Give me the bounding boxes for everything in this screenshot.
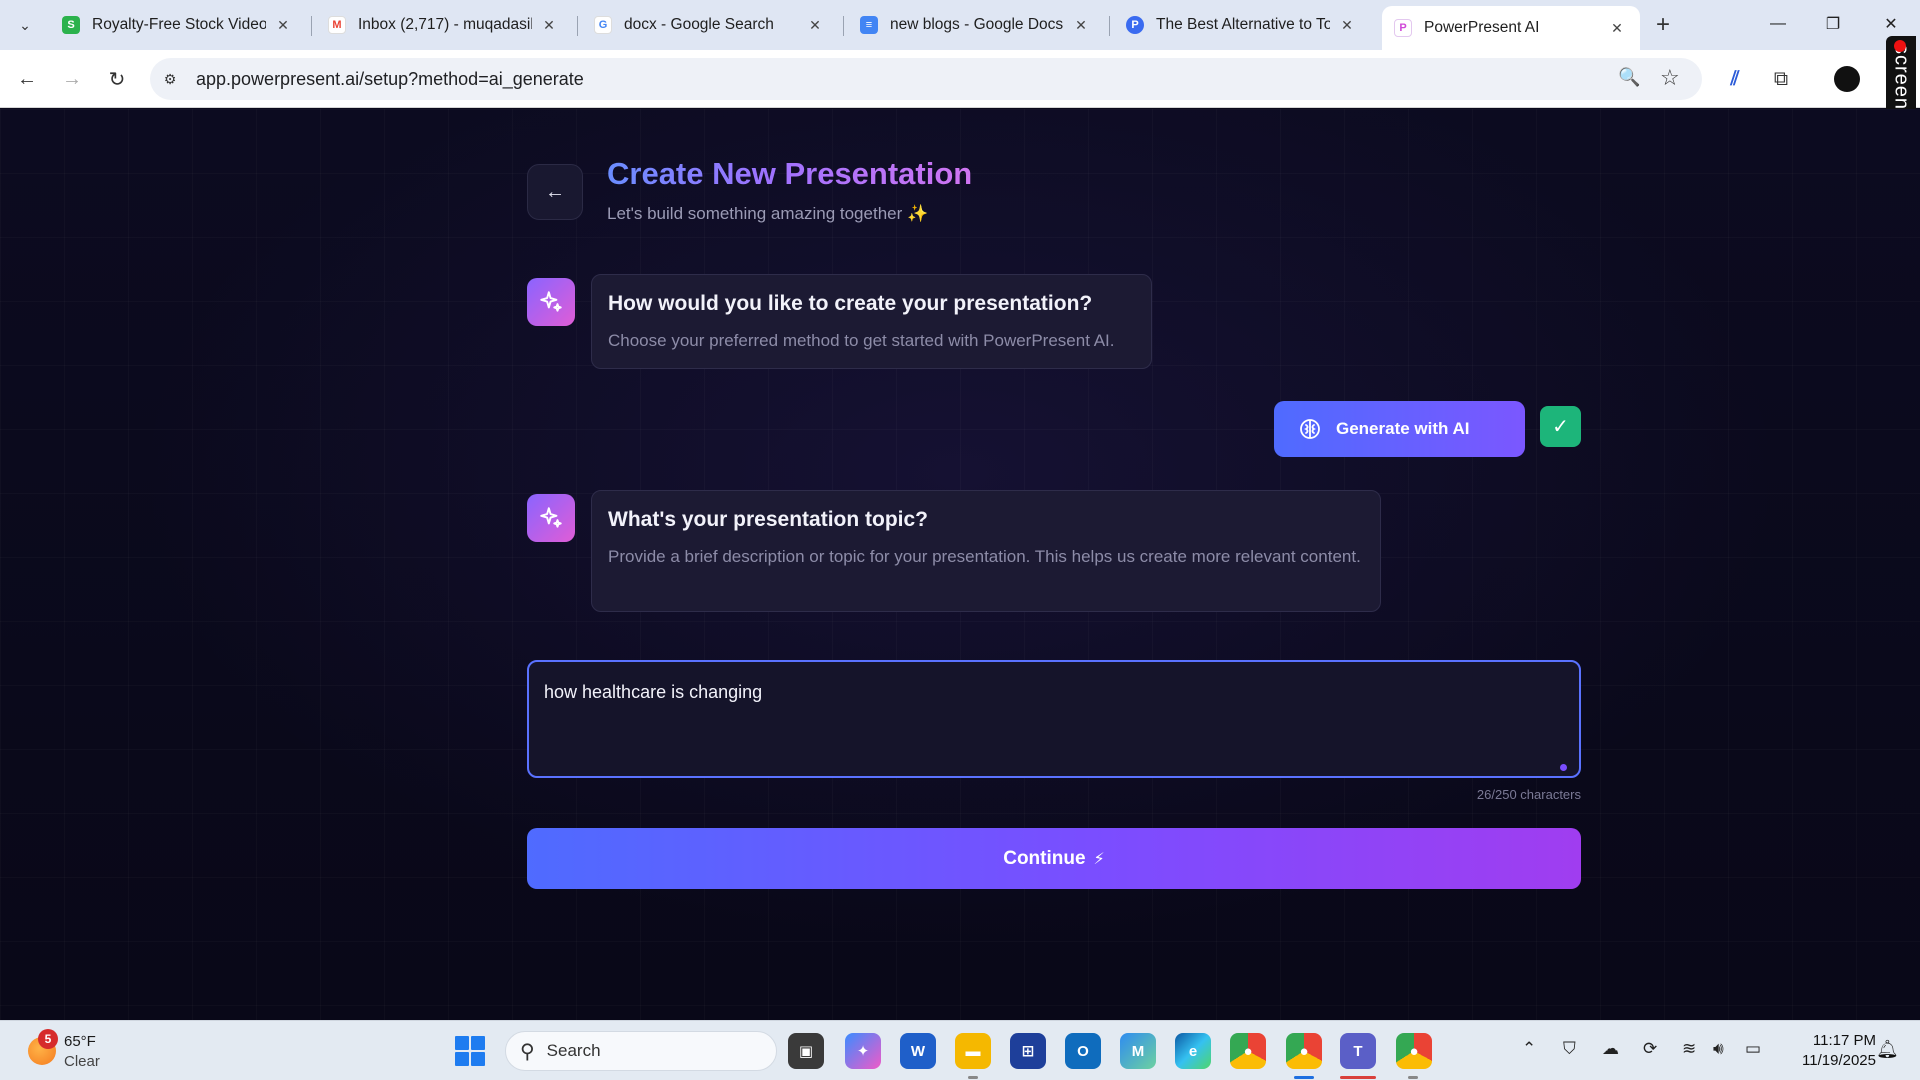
browser-toolbar: ← → ↻ ⚙ app.powerpresent.ai/setup?method…: [0, 50, 1920, 108]
word-icon[interactable]: W: [900, 1033, 936, 1069]
topic-textarea[interactable]: how healthcare is changing: [527, 660, 1581, 778]
resize-handle[interactable]: [1560, 764, 1567, 771]
tab-powerpresent-active[interactable]: P PowerPresent AI ✕: [1382, 6, 1640, 50]
windows-start-icon[interactable]: [455, 1036, 485, 1066]
battery-icon[interactable]: ▭: [1745, 1039, 1761, 1059]
close-tab-icon[interactable]: ✕: [272, 14, 294, 36]
assistant-avatar: [527, 494, 575, 542]
notification-bell-icon[interactable]: 🔔︎: [1876, 1039, 1899, 1060]
chrome-profile-icon[interactable]: ●: [1286, 1033, 1322, 1069]
character-count: 26/250 characters: [1476, 787, 1581, 802]
volume-icon[interactable]: 🔊︎: [1713, 1039, 1724, 1059]
taskbar-search-label: Search: [546, 1041, 601, 1060]
lightning-icon: ⚡: [1093, 850, 1105, 868]
powerpresent-favicon-icon: P: [1394, 19, 1412, 37]
cloud-offline-icon[interactable]: ☁: [1602, 1039, 1619, 1059]
chrome-icon[interactable]: ●: [1230, 1033, 1266, 1069]
tab-title: docx - Google Search: [624, 16, 774, 33]
tab-best-alternative[interactable]: P The Best Alternative to Tor ✕: [1114, 8, 1370, 42]
sparkles-icon: [540, 291, 562, 312]
microsoft-store-icon[interactable]: ⊞: [1010, 1033, 1046, 1069]
stock-video-favicon-icon: S: [62, 16, 80, 34]
app-page: ← Create New Presentation Let's build so…: [0, 109, 1920, 1020]
tab-gmail-inbox[interactable]: M Inbox (2,717) - muqadasib ✕: [316, 8, 572, 42]
continue-label: Continue: [1003, 847, 1086, 869]
close-tab-icon[interactable]: ✕: [538, 14, 560, 36]
question-bubble-topic: What's your presentation topic? Provide …: [591, 490, 1381, 612]
restore-window-button[interactable]: ❐: [1810, 6, 1856, 42]
assistant-avatar: [527, 278, 575, 326]
tab-google-search[interactable]: G docx - Google Search ✕: [582, 8, 838, 42]
weather-temp: 65°F: [64, 1033, 96, 1050]
close-tab-icon[interactable]: ✕: [1606, 17, 1628, 39]
google-favicon-icon: G: [594, 16, 612, 34]
record-dot-icon: [1894, 40, 1906, 52]
windows-taskbar: 5 65°F Clear ⚲ Search ▣ ✦ W ▬ ⊞ O M e ● …: [0, 1020, 1920, 1080]
tab-search-chevron-icon[interactable]: ⌄: [10, 10, 40, 40]
weather-condition: Clear: [64, 1053, 100, 1070]
extension-analytics-icon[interactable]: ⫽: [1718, 62, 1752, 96]
browser-tab-strip: ⌄ S Royalty-Free Stock Videos ✕ M Inbox …: [0, 0, 1920, 50]
sync-icon[interactable]: ⟳: [1643, 1039, 1657, 1059]
question-bubble-method: How would you like to create your presen…: [591, 274, 1152, 369]
new-tab-button[interactable]: +: [1648, 10, 1678, 40]
arrow-left-icon: ←: [545, 180, 565, 203]
weather-widget[interactable]: 5 65°F Clear: [22, 1029, 142, 1073]
tab-stock-videos[interactable]: S Royalty-Free Stock Videos ✕: [50, 8, 306, 42]
search-icon: ⚲: [520, 1040, 535, 1063]
outlook-icon[interactable]: O: [1065, 1033, 1101, 1069]
back-button[interactable]: ←: [527, 164, 583, 220]
brain-icon: [1300, 419, 1320, 439]
copilot-icon[interactable]: ✦: [845, 1033, 881, 1069]
continue-button[interactable]: Continue ⚡: [527, 828, 1581, 889]
minimize-window-button[interactable]: —: [1755, 6, 1801, 42]
page-title: Create New Presentation: [607, 156, 973, 191]
question-title: What's your presentation topic?: [608, 508, 929, 531]
taskbar-search[interactable]: ⚲ Search: [505, 1031, 777, 1071]
chevron-up-icon[interactable]: ⌃: [1522, 1039, 1536, 1059]
check-icon: ✓: [1540, 406, 1581, 447]
wifi-icon[interactable]: ≋: [1682, 1039, 1696, 1059]
sparkles-icon: [540, 507, 562, 528]
tab-title: PowerPresent AI: [1424, 19, 1540, 36]
forward-arrow-icon[interactable]: →: [55, 62, 89, 96]
task-view-icon[interactable]: ▣: [788, 1033, 824, 1069]
extensions-puzzle-icon[interactable]: ⧉: [1764, 62, 1798, 96]
gmail-favicon-icon: M: [328, 16, 346, 34]
tab-title: Inbox (2,717) - muqadasib: [358, 16, 532, 33]
edge-icon[interactable]: e: [1175, 1033, 1211, 1069]
tab-title: The Best Alternative to Tor: [1156, 16, 1330, 33]
tab-title: Royalty-Free Stock Videos: [92, 16, 266, 33]
close-tab-icon[interactable]: ✕: [1336, 14, 1358, 36]
tab-title: new blogs - Google Docs: [890, 16, 1064, 33]
tab-google-docs[interactable]: ≡ new blogs - Google Docs ✕: [848, 8, 1104, 42]
teams-icon[interactable]: T: [1340, 1033, 1376, 1069]
selected-method-chip: Generate with AI: [1274, 401, 1525, 457]
page-subtitle: Let's build something amazing together ✨: [607, 204, 929, 223]
shield-tray-icon[interactable]: ⛉: [1563, 1039, 1576, 1059]
chrome-alt-icon[interactable]: ●: [1396, 1033, 1432, 1069]
profile-avatar[interactable]: [1834, 66, 1860, 92]
clock-date: 11/19/2025: [1802, 1052, 1876, 1069]
close-tab-icon[interactable]: ✕: [804, 14, 826, 36]
bookmark-star-icon[interactable]: ☆: [1660, 65, 1680, 91]
reload-icon[interactable]: ↻: [100, 62, 134, 96]
zoom-icon[interactable]: 🔍: [1618, 67, 1640, 88]
back-arrow-icon[interactable]: ←: [10, 62, 44, 96]
file-explorer-icon[interactable]: ▬: [955, 1033, 991, 1069]
close-tab-icon[interactable]: ✕: [1070, 14, 1092, 36]
clock-time: 11:17 PM: [1812, 1032, 1876, 1049]
weather-badge: 5: [38, 1029, 58, 1049]
selected-method-label: Generate with AI: [1336, 419, 1470, 438]
question-body: Provide a brief description or topic for…: [608, 547, 1361, 566]
question-title: How would you like to create your presen…: [608, 292, 1093, 315]
url-text[interactable]: app.powerpresent.ai/setup?method=ai_gene…: [196, 69, 584, 90]
p-favicon-icon: P: [1126, 16, 1144, 34]
system-clock[interactable]: 11:17 PM 11/19/2025: [1776, 1031, 1876, 1071]
microsoft-365-icon[interactable]: M: [1120, 1033, 1156, 1069]
question-body: Choose your preferred method to get star…: [608, 331, 1115, 350]
address-bar[interactable]: ⚙ app.powerpresent.ai/setup?method=ai_ge…: [150, 58, 1702, 100]
site-info-icon[interactable]: ⚙: [160, 69, 180, 89]
docs-favicon-icon: ≡: [860, 16, 878, 34]
